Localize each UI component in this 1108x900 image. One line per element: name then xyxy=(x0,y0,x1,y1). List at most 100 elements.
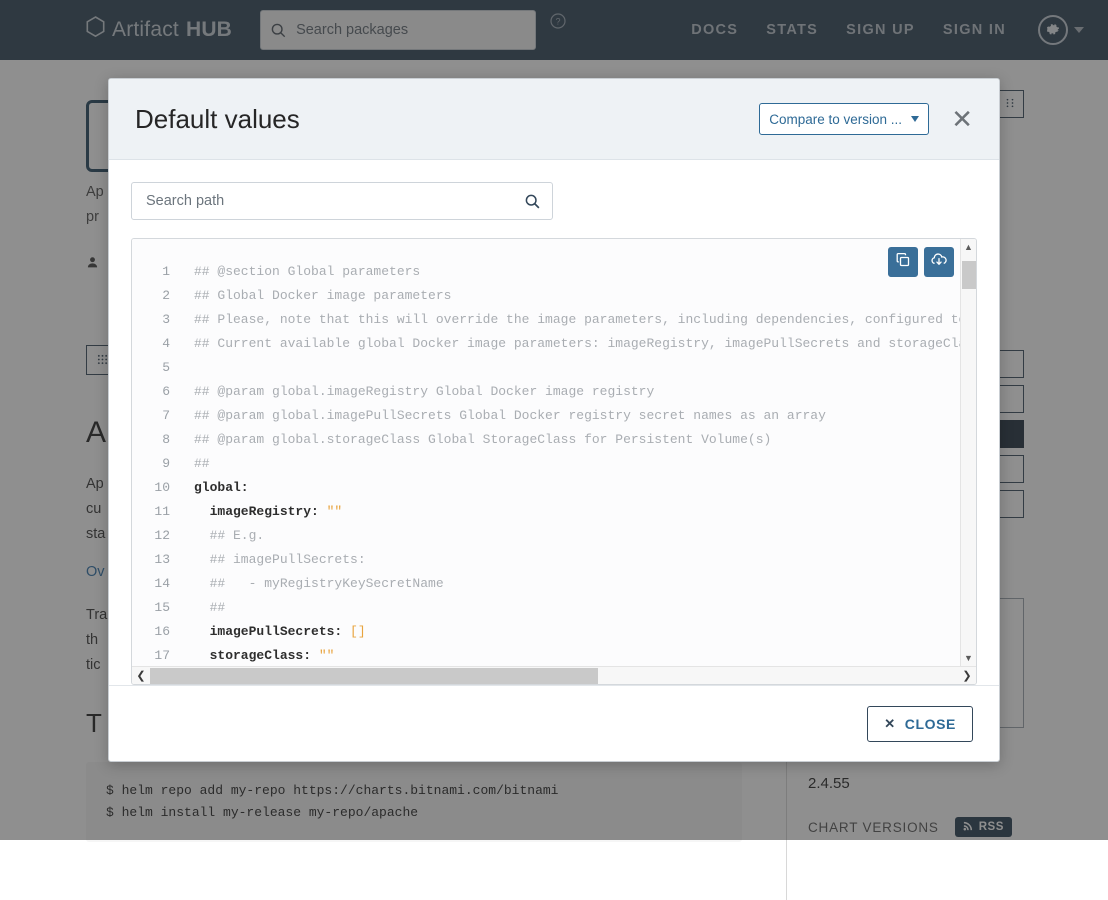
horizontal-scroll-track[interactable] xyxy=(150,667,958,684)
close-button[interactable]: ✕ CLOSE xyxy=(867,706,973,742)
code-token-cmt: ## imagePullSecrets: xyxy=(194,552,366,567)
code-line: 9## xyxy=(132,452,960,476)
chevron-left-icon[interactable]: ❮ xyxy=(132,667,150,685)
code-line: 6## @param global.imageRegistry Global D… xyxy=(132,380,960,404)
code-line-number: 6 xyxy=(132,380,194,404)
code-line-content: ## xyxy=(194,596,225,620)
search-icon[interactable] xyxy=(525,194,540,209)
download-button[interactable] xyxy=(924,247,954,277)
code-line-number: 1 xyxy=(132,260,194,284)
code-line: 11 imageRegistry: "" xyxy=(132,500,960,524)
copy-icon xyxy=(895,252,911,273)
vertical-scroll-track[interactable] xyxy=(961,255,976,650)
code-line: 13 ## imagePullSecrets: xyxy=(132,548,960,572)
compare-to-version-select[interactable]: Compare to version ... xyxy=(759,103,929,135)
code-line-number: 2 xyxy=(132,284,194,308)
code-token-key: global: xyxy=(194,480,249,495)
code-line-content: imagePullSecrets: [] xyxy=(194,620,366,644)
code-token-cmt: ## Please, note that this will override … xyxy=(194,312,960,327)
code-line-content: storageClass: "" xyxy=(194,644,334,666)
code-line: 8## @param global.storageClass Global St… xyxy=(132,428,960,452)
code-line-content: ## @section Global parameters xyxy=(194,260,420,284)
close-icon: ✕ xyxy=(884,716,896,732)
code-line-number: 5 xyxy=(132,356,194,380)
code-line: 7## @param global.imagePullSecrets Globa… xyxy=(132,404,960,428)
code-line-number: 12 xyxy=(132,524,194,548)
code-line: 17 storageClass: "" xyxy=(132,644,960,666)
code-line-content: ## @param global.imageRegistry Global Do… xyxy=(194,380,654,404)
cloud-download-icon xyxy=(930,251,948,274)
horizontal-scrollbar[interactable]: ❮ ❯ xyxy=(132,666,976,684)
default-values-modal: Default values Compare to version ... ✕ xyxy=(108,78,1000,762)
code-line-content: ## @param global.imagePullSecrets Global… xyxy=(194,404,826,428)
code-token-cmt: ## @param global.imagePullSecrets Global… xyxy=(194,408,826,423)
code-line-number: 7 xyxy=(132,404,194,428)
modal-title: Default values xyxy=(135,104,300,135)
modal-footer: ✕ CLOSE xyxy=(109,685,999,761)
code-token-cmt: ## @section Global parameters xyxy=(194,264,420,279)
code-line-number: 8 xyxy=(132,428,194,452)
code-line-content: ## - myRegistryKeySecretName xyxy=(194,572,444,596)
vertical-scrollbar[interactable]: ▲ ▼ xyxy=(960,239,976,666)
code-toolbar xyxy=(888,247,954,277)
code-line: 16 imagePullSecrets: [] xyxy=(132,620,960,644)
code-scroll-region[interactable]: 1## @section Global parameters2## Global… xyxy=(132,239,960,666)
code-line: 12 ## E.g. xyxy=(132,524,960,548)
code-line-number: 3 xyxy=(132,308,194,332)
code-line-content: ## imagePullSecrets: xyxy=(194,548,366,572)
modal-header: Default values Compare to version ... ✕ xyxy=(109,79,999,160)
code-line: 3## Please, note that this will override… xyxy=(132,308,960,332)
code-token-str: "" xyxy=(319,648,335,663)
code-token-cmt: ## E.g. xyxy=(194,528,264,543)
close-button-label: CLOSE xyxy=(905,716,956,732)
code-token-cmt: ## @param global.imageRegistry Global Do… xyxy=(194,384,654,399)
code-line-number: 9 xyxy=(132,452,194,476)
code-token-key: imagePullSecrets: xyxy=(194,624,350,639)
code-line-content: global: xyxy=(194,476,249,500)
compare-to-version-label: Compare to version ... xyxy=(769,112,902,127)
code-token-cmt: ## Global Docker image parameters xyxy=(194,288,451,303)
close-icon[interactable]: ✕ xyxy=(947,104,977,134)
code-token-cmt: ## Current available global Docker image… xyxy=(194,336,960,351)
code-line-content: ## E.g. xyxy=(194,524,264,548)
chevron-down-icon[interactable]: ▼ xyxy=(961,650,977,666)
code-token-cmt: ## xyxy=(194,600,225,615)
code-line: 15 ## xyxy=(132,596,960,620)
code-line-number: 16 xyxy=(132,620,194,644)
code-token-cmt: ## @param global.storageClass Global Sto… xyxy=(194,432,771,447)
horizontal-scroll-thumb[interactable] xyxy=(150,668,598,684)
code-line-number: 4 xyxy=(132,332,194,356)
code-line-number: 13 xyxy=(132,548,194,572)
code-line-number: 15 xyxy=(132,596,194,620)
code-line-number: 10 xyxy=(132,476,194,500)
code-line-content: ## @param global.storageClass Global Sto… xyxy=(194,428,771,452)
code-line-content: ## xyxy=(194,452,210,476)
search-path-input[interactable] xyxy=(144,192,525,210)
code-line: 4## Current available global Docker imag… xyxy=(132,332,960,356)
code-line-number: 17 xyxy=(132,644,194,666)
modal-body: 1## @section Global parameters2## Global… xyxy=(109,160,999,685)
code-token-key: imageRegistry: xyxy=(194,504,327,519)
code-line-content: ## Current available global Docker image… xyxy=(194,332,960,356)
code-token-key: storageClass: xyxy=(194,648,319,663)
code-line-number: 14 xyxy=(132,572,194,596)
code-line: 14 ## - myRegistryKeySecretName xyxy=(132,572,960,596)
code-line: 10global: xyxy=(132,476,960,500)
copy-to-clipboard-button[interactable] xyxy=(888,247,918,277)
search-path-field[interactable] xyxy=(131,182,553,220)
code-line: 1## @section Global parameters xyxy=(132,260,960,284)
code-token-cmt: ## xyxy=(194,456,210,471)
caret-down-icon xyxy=(911,116,919,122)
values-code-viewer: 1## @section Global parameters2## Global… xyxy=(131,238,977,685)
code-line: 2## Global Docker image parameters xyxy=(132,284,960,308)
chevron-up-icon[interactable]: ▲ xyxy=(961,239,977,255)
code-token-str: "" xyxy=(327,504,343,519)
code-line-content: imageRegistry: "" xyxy=(194,500,342,524)
chevron-right-icon[interactable]: ❯ xyxy=(958,667,976,685)
vertical-scroll-thumb[interactable] xyxy=(962,261,976,289)
code-line: 5 xyxy=(132,356,960,380)
code-line-content: ## Please, note that this will override … xyxy=(194,308,960,332)
code-lines: 1## @section Global parameters2## Global… xyxy=(132,239,960,666)
code-token-cmt: ## - myRegistryKeySecretName xyxy=(194,576,444,591)
code-line-content: ## Global Docker image parameters xyxy=(194,284,451,308)
